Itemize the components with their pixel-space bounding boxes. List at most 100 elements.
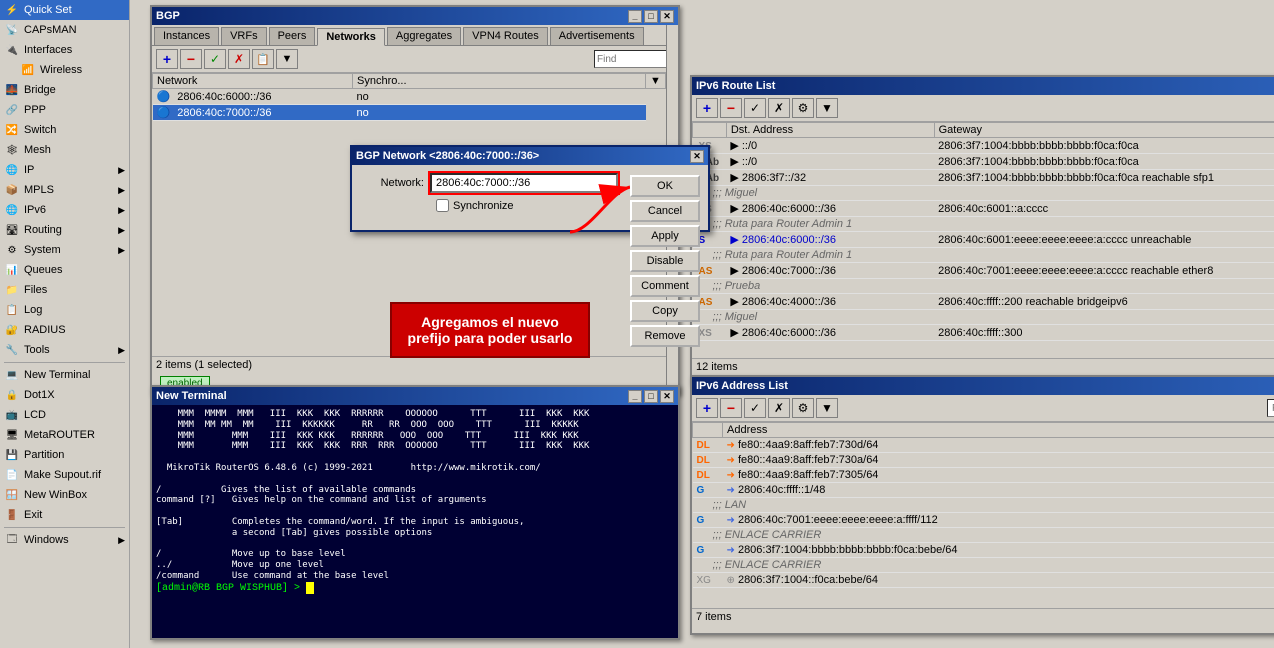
addr-remove[interactable]: − [720,398,742,418]
sidebar-label-routing: Routing [24,224,62,236]
enable-button[interactable]: ✓ [204,49,226,69]
sidebar-item-system[interactable]: ⚙ System ▶ [0,240,129,260]
table-row[interactable]: XS ▶ ::/0 2806:3f7:1004:bbbb:bbbb:bbbb:f… [693,138,1274,154]
sidebar-item-radius[interactable]: 🔐 RADIUS [0,320,129,340]
terminal-content[interactable]: MMM MMMM MMM III KKK KKK RRRRRR OOOOOO T… [152,405,678,638]
addr-filter[interactable]: ▼ [816,398,838,418]
dialog-disable-button[interactable]: Disable [630,250,700,272]
copy-action-button[interactable]: Copy [630,300,700,322]
sidebar-item-mesh[interactable]: 🕸 Mesh [0,140,129,160]
copy-button[interactable]: 📋 [252,49,274,69]
sync-cell-selected: no [353,105,646,121]
sidebar-item-tools[interactable]: 🔧 Tools ▶ [0,340,129,360]
gw-cell: 2806:40c:6001:eeee:eeee:eeee:a:cccc unre… [934,232,1274,248]
sidebar-item-log[interactable]: 📋 Log [0,300,129,320]
tab-instances[interactable]: Instances [154,27,219,45]
gw-cell: 2806:40c:7001:eeee:eeee:eeee:a:cccc reac… [934,263,1274,279]
table-row[interactable]: AS ▶ 2806:40c:4000::/36 2806:40c:ffff::2… [693,294,1274,310]
sidebar-item-queues[interactable]: 📊 Queues [0,260,129,280]
table-row[interactable]: G ➜ 2806:40c:ffff::1/48 [693,483,1274,498]
tab-advertisements[interactable]: Advertisements [550,27,644,45]
table-row-selected[interactable]: 🔵 2806:40c:7000::/36 no [153,105,666,121]
sidebar-item-switch[interactable]: 🔀 Switch [0,120,129,140]
terminal-minimize-button[interactable]: _ [628,390,642,403]
sidebar-item-partition[interactable]: 💾 Partition [0,445,129,465]
col-dropdown[interactable]: ▼ [646,74,666,89]
bgp-minimize-button[interactable]: _ [628,10,642,23]
tab-networks[interactable]: Networks [317,28,385,46]
sidebar-item-exit[interactable]: 🚪 Exit [0,505,129,525]
switch-icon: 🔀 [4,122,20,138]
table-row[interactable]: XS ▶ 2806:40c:6000::/36 2806:40c:6001::a… [693,201,1274,217]
ipv6-enable[interactable]: ✓ [744,98,766,118]
addr-disable[interactable]: ✗ [768,398,790,418]
sidebar-item-windows[interactable]: 🗔 Windows ▶ [0,530,129,550]
table-row[interactable]: G ➜ 2806:3f7:1004:bbbb:bbbb:bbbb:f0ca:be… [693,543,1274,558]
table-row-comment: ;;; Ruta para Router Admin 1 [693,248,1274,263]
table-row[interactable]: DL ➜ fe80::4aa9:8aff:feb7:730d/64 [693,438,1274,453]
sidebar-item-routing[interactable]: 🛣 Routing ▶ [0,220,129,240]
sidebar-item-mpls[interactable]: 📦 MPLS ▶ [0,180,129,200]
table-row[interactable]: XS ▶ 2806:40c:6000::/36 2806:40c:ffff::3… [693,325,1274,341]
bgp-find-input[interactable] [594,50,674,68]
table-row[interactable]: DAb ▶ ::/0 2806:3f7:1004:bbbb:bbbb:bbbb:… [693,154,1274,170]
add-button[interactable]: + [156,49,178,69]
addr-enable[interactable]: ✓ [744,398,766,418]
sidebar-item-ppp[interactable]: 🔗 PPP [0,100,129,120]
bgp-maximize-button[interactable]: □ [644,10,658,23]
sidebar-item-dot1x[interactable]: 🔒 Dot1X [0,385,129,405]
sidebar-item-interfaces[interactable]: 🔌 Interfaces [0,40,129,60]
addr-arrow-icon: ➜ [727,440,735,451]
ipv6-remove[interactable]: − [720,98,742,118]
addr-settings[interactable]: ⚙ [792,398,814,418]
terminal-maximize-button[interactable]: □ [644,390,658,403]
tab-aggregates[interactable]: Aggregates [387,27,461,45]
comment-button[interactable]: Comment [630,275,700,297]
sidebar-item-wireless[interactable]: 📶 Wireless [0,60,129,80]
sidebar-item-new-winbox[interactable]: 🪟 New WinBox [0,485,129,505]
sidebar-item-metarouter[interactable]: 🖥 MetaROUTER [0,425,129,445]
table-row[interactable]: G ➜ 2806:40c:7001:eeee:eeee:eeee:a:ffff/… [693,513,1274,528]
ipv6-settings[interactable]: ⚙ [792,98,814,118]
sidebar-item-capsman[interactable]: 📡 CAPsMAN [0,20,129,40]
table-row[interactable]: S ▶ 2806:40c:6000::/36 2806:40c:6001:eee… [693,232,1274,248]
filter-button[interactable]: ▼ [276,49,298,69]
terminal-close-button[interactable]: ✕ [660,390,674,403]
sidebar-item-ip[interactable]: 🌐 IP ▶ [0,160,129,180]
tab-vpn4-routes[interactable]: VPN4 Routes [463,27,548,45]
ipv6-disable[interactable]: ✗ [768,98,790,118]
table-row[interactable]: DAb ▶ 2806:3f7::/32 2806:3f7:1004:bbbb:b… [693,170,1274,186]
table-row[interactable]: AS ▶ 2806:40c:7000::/36 2806:40c:7001:ee… [693,263,1274,279]
disable-button[interactable]: ✗ [228,49,250,69]
table-row[interactable]: 🔵 2806:40c:6000::/36 no [153,89,666,105]
radius-icon: 🔐 [4,322,20,338]
remove-button[interactable]: − [180,49,202,69]
table-row[interactable]: DL ➜ fe80::4aa9:8aff:feb7:7305/64 [693,468,1274,483]
sidebar-item-bridge[interactable]: 🌉 Bridge [0,80,129,100]
sidebar-item-ipv6[interactable]: 🌐 IPv6 ▶ [0,200,129,220]
addr-find-input[interactable] [1267,399,1274,417]
bgp-close-button[interactable]: ✕ [660,10,674,23]
tab-vrfs[interactable]: VRFs [221,27,267,45]
sidebar-item-new-terminal[interactable]: 💻 New Terminal [0,365,129,385]
ipv6-filter[interactable]: ▼ [816,98,838,118]
table-row[interactable]: DL ➜ fe80::4aa9:8aff:feb7:730a/64 [693,453,1274,468]
sidebar-item-lcd[interactable]: 📺 LCD [0,405,129,425]
apply-button[interactable]: Apply [630,225,700,247]
bgp-dialog-titlebar: BGP Network <2806:40c:7000::/36> ✕ [352,147,708,165]
ipv6-add[interactable]: + [696,98,718,118]
sidebar-item-make-supout[interactable]: 📄 Make Supout.rif [0,465,129,485]
sidebar-item-quick-set[interactable]: ⚡ Quick Set [0,0,129,20]
addr-add[interactable]: + [696,398,718,418]
ok-button[interactable]: OK [630,175,700,197]
bgp-dialog-controls: ✕ [690,150,704,163]
terminal-window: New Terminal _ □ ✕ MMM MMMM MMM III KKK … [150,385,680,640]
synchronize-checkbox[interactable] [436,199,449,212]
table-row[interactable]: XG ⊕ 2806:3f7:1004::f0ca:bebe/64 [693,573,1274,588]
dst-cell: ▶ 2806:40c:6000::/36 [726,201,934,217]
tab-peers[interactable]: Peers [269,27,316,45]
sidebar-item-files[interactable]: 📁 Files [0,280,129,300]
cancel-button[interactable]: Cancel [630,200,700,222]
remove-action-button[interactable]: Remove [630,325,700,347]
dialog-close-button[interactable]: ✕ [690,150,704,163]
